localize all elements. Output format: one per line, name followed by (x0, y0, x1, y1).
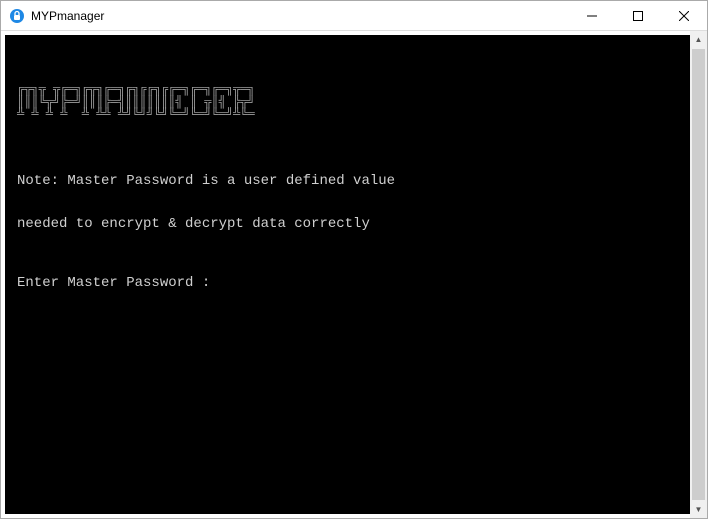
scroll-down-arrow[interactable]: ▼ (690, 501, 707, 518)
password-prompt: Enter Master Password : (17, 273, 678, 293)
minimize-button[interactable] (569, 1, 615, 31)
maximize-button[interactable] (615, 1, 661, 31)
terminal-output[interactable]: ╔╦╗╦ ╦╔═╗╔╦╗╔═╗╔╗╔╔╗╔╔═╗╔═╗╔═╗╦═╗ ║║║╚╦╝… (5, 35, 690, 514)
vertical-scrollbar[interactable]: ▲ ▼ (690, 31, 707, 518)
window-title: MYPmanager (31, 9, 104, 23)
content-area: ╔╦╗╦ ╦╔═╗╔╦╗╔═╗╔╗╔╔╗╔╔═╗╔═╗╔═╗╦═╗ ║║║╚╦╝… (1, 31, 707, 518)
note-line-1: Note: Master Password is a user defined … (17, 171, 678, 191)
scrollbar-thumb[interactable] (692, 49, 705, 500)
titlebar-left: MYPmanager (9, 8, 104, 24)
scroll-up-arrow[interactable]: ▲ (690, 31, 707, 48)
close-button[interactable] (661, 1, 707, 31)
ascii-banner: ╔╦╗╦ ╦╔═╗╔╦╗╔═╗╔╗╔╔╗╔╔═╗╔═╗╔═╗╦═╗ ║║║╚╦╝… (17, 83, 678, 121)
lock-icon (9, 8, 25, 24)
note-line-2: needed to encrypt & decrypt data correct… (17, 214, 678, 234)
titlebar[interactable]: MYPmanager (1, 1, 707, 31)
app-window: MYPmanager ╔╦╗╦ ╦╔═╗╔╦╗╔═╗╔╗╔╔╗╔╔═╗╔═╗╔═… (0, 0, 708, 519)
window-controls (569, 1, 707, 30)
